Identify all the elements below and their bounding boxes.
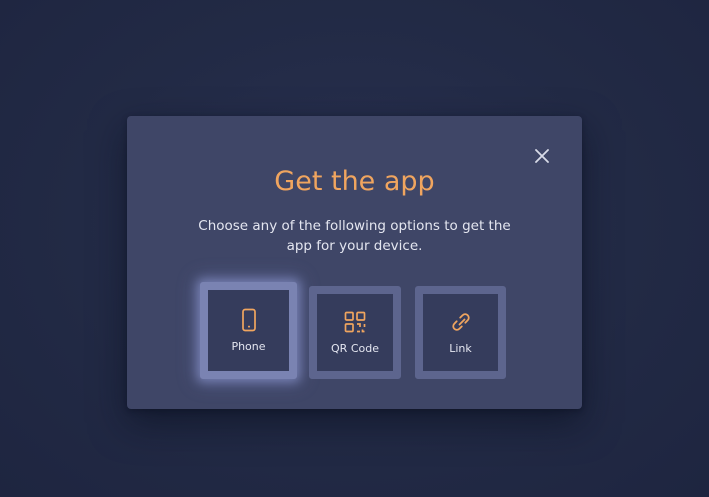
- phone-option[interactable]: Phone: [200, 282, 297, 379]
- modal-title: Get the app: [274, 166, 435, 197]
- phone-icon: [238, 308, 260, 332]
- phone-option-label: Phone: [231, 339, 266, 353]
- close-button[interactable]: [532, 146, 552, 166]
- qr-code-option[interactable]: QR Code: [309, 286, 401, 379]
- link-option[interactable]: Link: [415, 286, 506, 379]
- get-app-modal: Get the app Choose any of the following …: [127, 116, 582, 409]
- qr-code-icon: [344, 310, 366, 334]
- link-icon: [450, 310, 472, 334]
- modal-subtitle: Choose any of the following options to g…: [198, 218, 511, 254]
- qr-code-option-label: QR Code: [331, 341, 379, 355]
- close-icon: [535, 149, 549, 163]
- link-option-label: Link: [449, 341, 472, 355]
